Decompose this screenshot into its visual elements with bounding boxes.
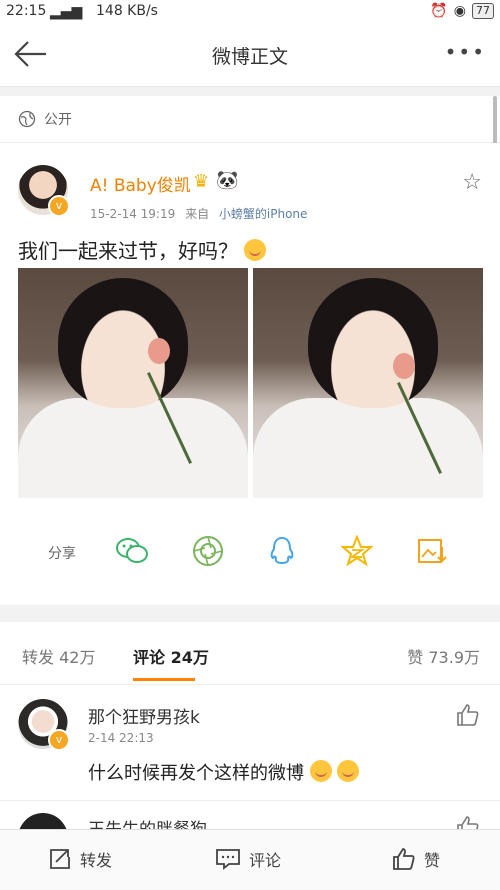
comment-button[interactable]: 评论: [215, 847, 281, 871]
crown-icon: ♛: [193, 171, 210, 192]
nav-bar: 微博正文 •••: [0, 24, 500, 87]
like-label: 赞: [424, 851, 441, 870]
battery-icon: 77: [472, 3, 494, 19]
comment-text: 什么时候再发个这样的微博: [88, 759, 360, 785]
alarm-icon: ⏰: [430, 3, 448, 19]
comment-text-content: 什么时候再发个这样的微博: [88, 763, 304, 784]
interaction-tabs: 转发 42万 评论 24万 赞 73.9万: [0, 622, 500, 685]
qzone-icon[interactable]: [339, 533, 375, 569]
post-username[interactable]: A! Baby俊凯: [90, 171, 191, 196]
avatar[interactable]: v: [18, 165, 70, 217]
smile-emoji-icon: [309, 760, 332, 782]
verified-badge-icon: v: [48, 729, 70, 751]
post-image-1[interactable]: [18, 268, 248, 498]
comment-item[interactable]: v 那个狂野男孩k 2-14 22:13 什么时候再发个这样的微博: [0, 685, 500, 801]
tab-comment[interactable]: 评论 24万: [133, 644, 209, 668]
share-label: 分享: [48, 546, 76, 562]
verified-badge-icon: v: [48, 195, 70, 217]
source-prefix: 来自: [185, 207, 210, 221]
post-card: v A! Baby俊凯 ♛ 🐼 15-2-14 19:19 来自 小螃蟹的iPh…: [0, 143, 500, 605]
post-text-content: 我们一起来过节，好吗？: [18, 239, 238, 263]
smile-emoji-icon: [337, 760, 360, 782]
image-head: [58, 278, 188, 408]
thumbs-up-icon: [393, 848, 415, 870]
visibility-row: 公开: [0, 96, 500, 143]
status-bar: 22:15 ▂▄▆ 148 KB/s ⏰ ◉ 77: [0, 0, 500, 24]
tab-repost[interactable]: 转发 42万: [22, 644, 95, 668]
moments-icon[interactable]: [190, 533, 226, 569]
repost-button[interactable]: 转发: [48, 847, 112, 871]
panda-icon: 🐼: [216, 170, 239, 191]
thumbs-up-icon[interactable]: [456, 703, 480, 727]
repost-label: 转发: [80, 851, 113, 870]
wechat-icon[interactable]: [114, 533, 150, 569]
comment-icon: [216, 849, 240, 870]
image-shirt: [18, 398, 248, 498]
status-time: 22:15: [6, 3, 47, 19]
post-meta: 15-2-14 19:19 来自 小螃蟹的iPhone: [90, 205, 307, 222]
favorite-star-icon[interactable]: ☆: [462, 170, 482, 195]
smile-emoji-icon: [244, 239, 267, 261]
post-text: 我们一起来过节，好吗？: [18, 235, 267, 264]
like-button[interactable]: 赞: [392, 847, 440, 871]
save-image-icon[interactable]: [414, 533, 450, 569]
post-image-2[interactable]: [253, 268, 483, 498]
more-icon[interactable]: •••: [445, 40, 486, 64]
post-timestamp: 15-2-14 19:19: [90, 207, 176, 221]
network-speed: 148 KB/s: [96, 3, 158, 19]
tab-like[interactable]: 赞 73.9万: [407, 644, 480, 668]
lock-icon: ◉: [453, 3, 466, 19]
image-head: [308, 278, 438, 408]
page-title: 微博正文: [211, 46, 288, 68]
thumbs-up-icon[interactable]: [456, 815, 480, 829]
repost-icon: [50, 849, 70, 869]
comment-avatar[interactable]: [18, 813, 68, 829]
comment-item[interactable]: 王先生的胖餐狗: [0, 801, 500, 829]
active-tab-indicator: [133, 678, 195, 681]
comment-username[interactable]: 那个狂野男孩k: [88, 703, 200, 728]
bottom-action-bar: 转发 评论 赞: [0, 829, 500, 890]
comment-label: 评论: [249, 851, 282, 870]
visibility-label: 公开: [44, 112, 72, 128]
post-source[interactable]: 小螃蟹的iPhone: [219, 207, 308, 221]
comment-username[interactable]: 王先生的胖餐狗: [88, 815, 207, 829]
comment-avatar[interactable]: v: [18, 699, 70, 751]
comment-time: 2-14 22:13: [88, 731, 154, 745]
image-flower: [393, 353, 415, 379]
image-flower: [148, 338, 170, 364]
globe-icon: [18, 110, 36, 128]
qq-icon[interactable]: [264, 533, 300, 569]
signal-icon: ▂▄▆: [50, 4, 83, 20]
image-shirt: [253, 398, 483, 498]
